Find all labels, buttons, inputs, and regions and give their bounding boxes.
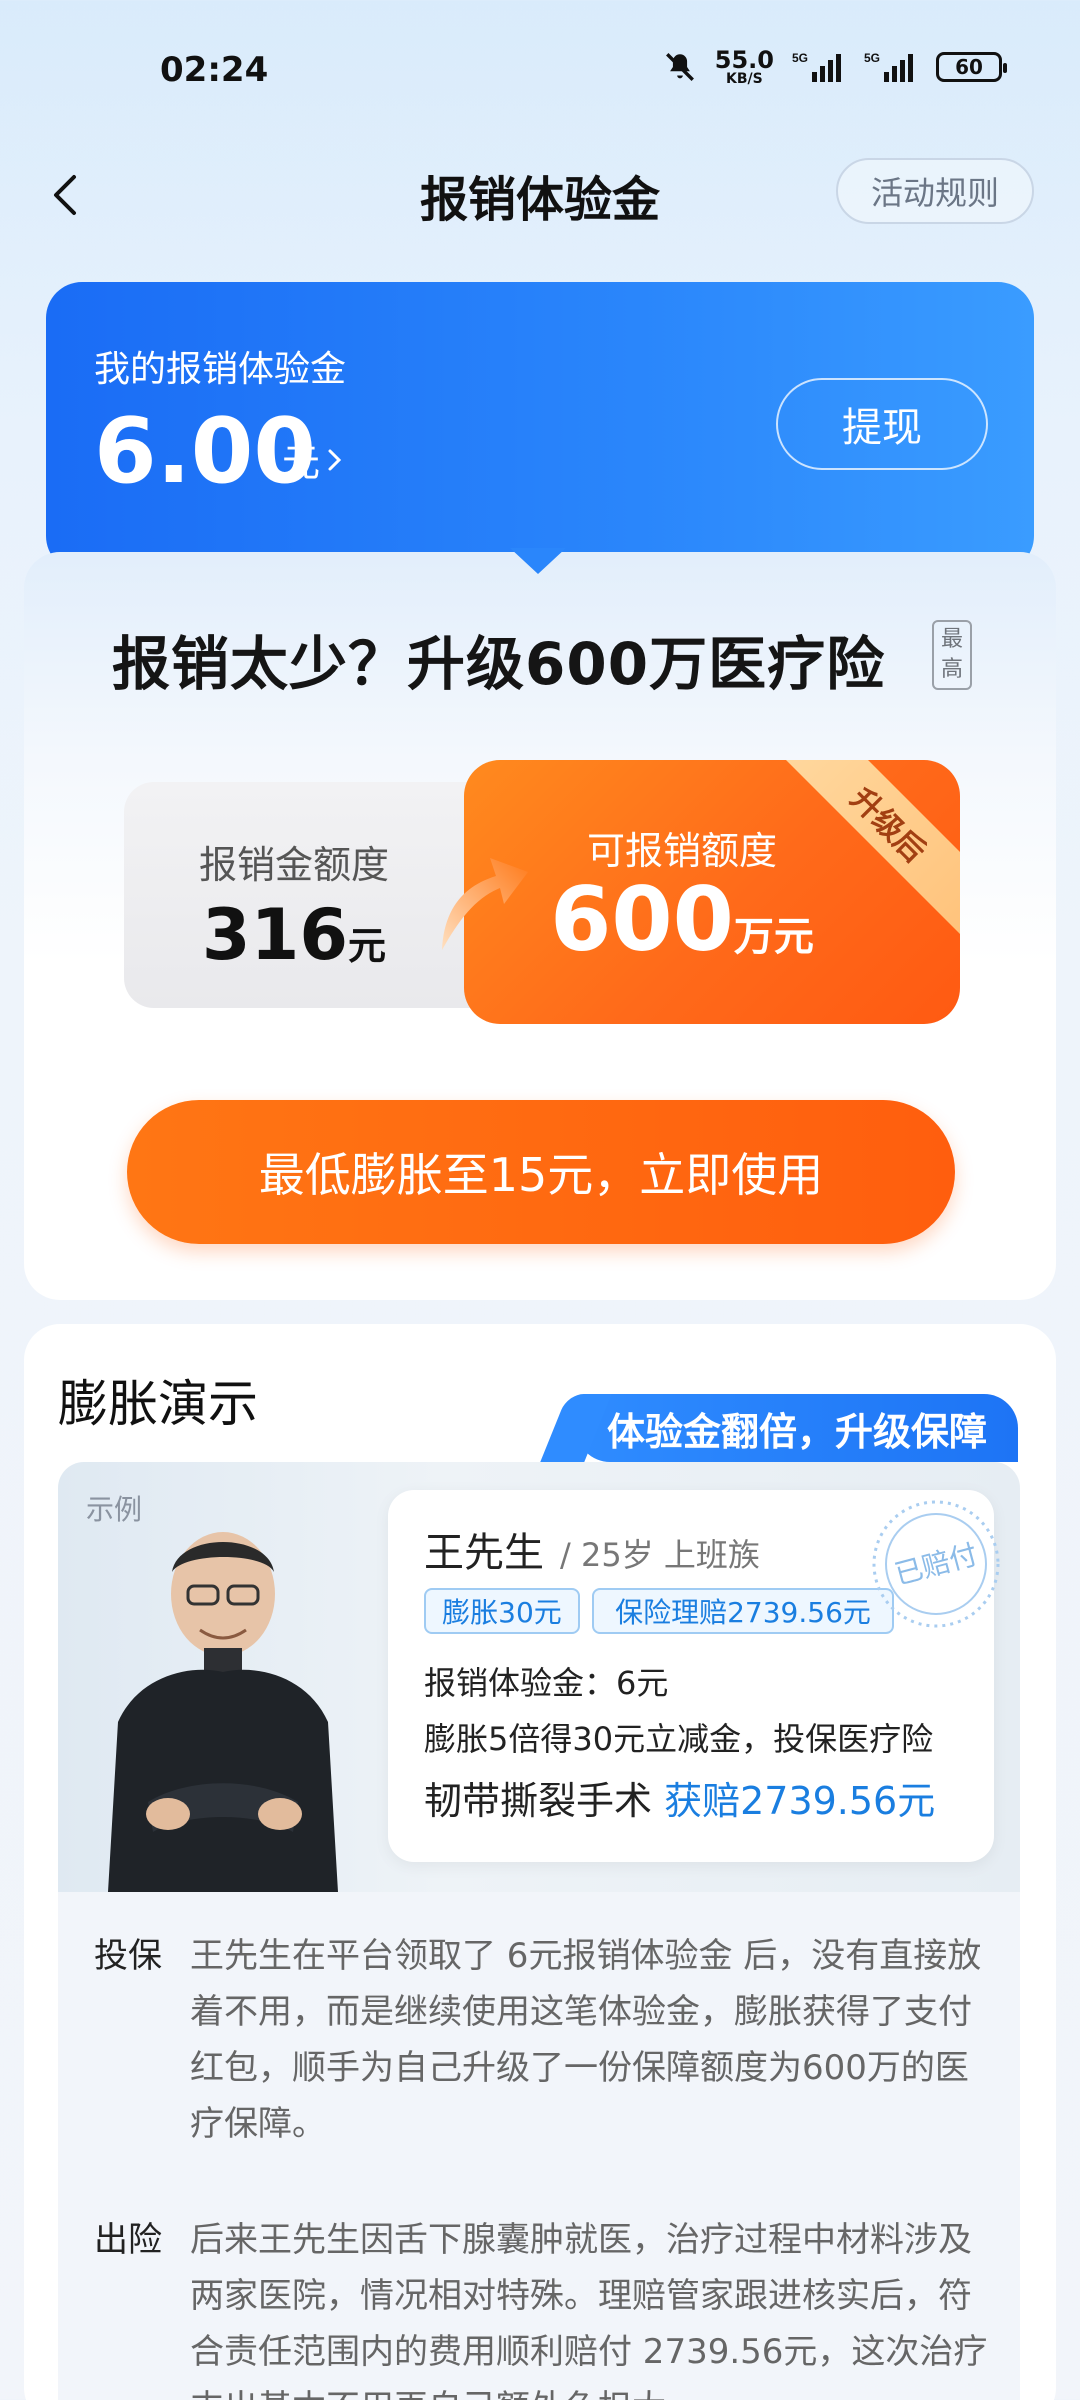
demo-banner: 体验金翻倍，升级保障 xyxy=(576,1394,1018,1462)
status-time: 02:24 xyxy=(160,50,269,90)
upgrade-arrow-icon xyxy=(442,858,528,950)
signal-icon: 5G xyxy=(792,50,846,84)
balance-unit: 元 xyxy=(282,441,321,485)
battery-icon: 60 xyxy=(936,52,1007,82)
upgrade-title: 报销太少？升级600万医疗险 xyxy=(112,630,886,698)
page-header: 报销体验金 活动规则 xyxy=(0,150,1080,240)
case-info-card: 王先生 / 25岁 上班族 膨胀30元 保险理赔2739.56元 报销体验金：6… xyxy=(388,1490,1000,1862)
story-label: 投保 xyxy=(94,1936,162,1976)
mute-icon xyxy=(663,50,697,84)
signal-icon-2: 5G xyxy=(864,50,918,84)
expand-chip: 膨胀30元 xyxy=(424,1588,580,1634)
upgrade-card: 报销太少？升级600万医疗险 最高 报销金额度 316元 可报销额度 600万元… xyxy=(24,552,1056,1300)
net-speed: 55.0 KB/S xyxy=(715,48,774,86)
current-quota-number: 316 xyxy=(201,894,349,976)
svg-text:5G: 5G xyxy=(864,51,880,65)
story-text: 王先生在平台领取了 6元报销体验金 后，没有直接放着不用，而是继续使用这笔体验金… xyxy=(190,1936,982,2144)
case-line-claim: 韧带撕裂手术 获赔2739.56元 xyxy=(424,1770,935,1825)
case-line-experience: 报销体验金：6元 xyxy=(424,1664,669,1702)
balance-label: 我的报销体验金 xyxy=(94,349,347,390)
activity-rules-button[interactable]: 活动规则 xyxy=(836,158,1034,224)
svg-text:5G: 5G xyxy=(792,51,808,65)
upgraded-quota-card: 可报销额度 600万元 升级后 xyxy=(464,760,960,1024)
case-meta: / 25岁 上班族 xyxy=(560,1536,760,1574)
story-label: 出险 xyxy=(94,2220,162,2260)
case-surgery: 韧带撕裂手术 xyxy=(424,1779,665,1823)
status-icons: 55.0 KB/S 5G 5G 60 xyxy=(663,48,1007,86)
max-tag: 最高 xyxy=(932,620,972,690)
story-text: 后来王先生因舌下腺囊肿就医，治疗过程中材料涉及两家医院，情况相对特殊。理赔管家跟… xyxy=(190,2220,988,2400)
net-speed-value: 55.0 xyxy=(714,46,774,74)
demo-title: 膨胀演示 xyxy=(58,1375,258,1433)
paid-stamp-text: 已赔付 xyxy=(891,1538,981,1592)
balance-card: 我的报销体验金 6.00 元 提现 xyxy=(46,282,1034,572)
paid-stamp-icon: 已赔付 xyxy=(872,1500,1000,1628)
status-bar: 02:24 55.0 KB/S 5G 5G 60 xyxy=(0,0,1080,140)
use-now-button[interactable]: 最低膨胀至15元，立即使用 xyxy=(127,1100,955,1244)
upgraded-quota-number: 600 xyxy=(550,868,734,971)
case-claim-amount: 获赔2739.56元 xyxy=(664,1779,936,1823)
upgraded-quota-value: 600万元 xyxy=(464,871,960,969)
current-quota-unit: 元 xyxy=(348,924,387,968)
net-speed-unit: KB/S xyxy=(726,71,763,87)
person-photo xyxy=(108,1532,338,1892)
current-quota-value: 316元 xyxy=(124,894,464,976)
claim-chip: 保险理赔2739.56元 xyxy=(592,1588,894,1634)
demo-card: 膨胀演示 示例 体验金翻倍，升级保障 投保 王先生在平台领取了 6元报销体验金 … xyxy=(24,1324,1056,2400)
case-line-expand: 膨胀5倍得30元立减金，投保医疗险 xyxy=(424,1720,934,1758)
story-panel: 投保 王先生在平台领取了 6元报销体验金 后，没有直接放着不用，而是继续使用这笔… xyxy=(58,1892,1020,2400)
current-quota-label: 报销金额度 xyxy=(198,843,389,887)
chevron-right-icon xyxy=(328,449,342,470)
upgraded-quota-unit: 万元 xyxy=(733,914,814,960)
balance-detail-link[interactable]: 元 xyxy=(282,432,344,487)
case-name: 王先生 xyxy=(424,1530,544,1576)
card-notch xyxy=(510,548,566,574)
withdraw-button[interactable]: 提现 xyxy=(776,378,988,470)
